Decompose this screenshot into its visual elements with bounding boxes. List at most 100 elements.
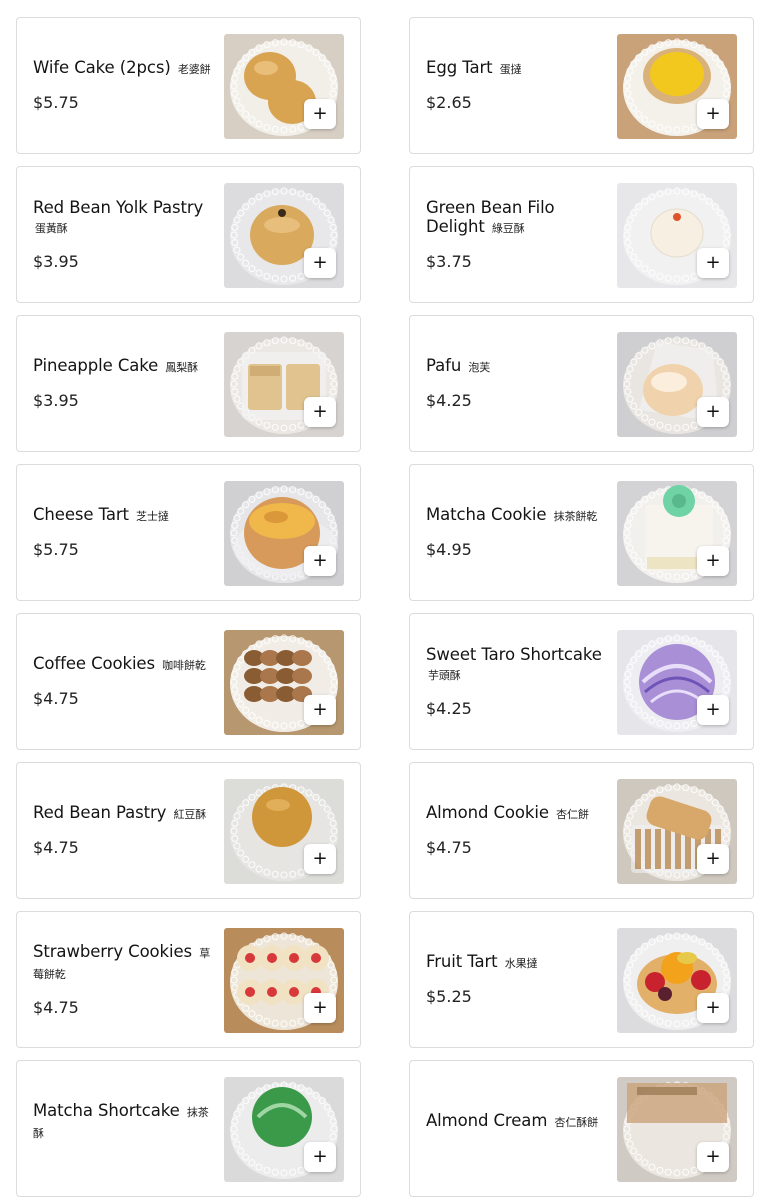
add-to-cart-button[interactable]: +	[697, 695, 729, 725]
plus-icon: +	[312, 401, 328, 422]
menu-item-name: Strawberry Cookies 草莓餅乾	[33, 942, 213, 984]
menu-item-name-en: Almond Cookie	[426, 803, 549, 822]
menu-item-price: $3.95	[33, 251, 79, 271]
plus-icon: +	[705, 997, 721, 1018]
menu-item-name-zh: 杏仁餅	[556, 808, 589, 821]
add-to-cart-button[interactable]: +	[697, 546, 729, 576]
menu-item-name: Sweet Taro Shortcake 芋頭酥	[426, 645, 606, 685]
menu-item-card[interactable]: Green Bean Filo Delight 綠豆酥 $3.75 +	[409, 166, 754, 303]
menu-item-info: Pineapple Cake 鳳梨酥 $3.95	[33, 316, 213, 451]
menu-item-price: $4.75	[33, 838, 79, 857]
menu-item-card[interactable]: Pineapple Cake 鳳梨酥 $3.95 +	[16, 315, 361, 452]
menu-item-info: Matcha Cookie 抹茶餅乾 $4.95	[426, 465, 606, 600]
add-to-cart-button[interactable]: +	[304, 1142, 336, 1172]
add-to-cart-button[interactable]: +	[697, 99, 729, 129]
menu-item-card[interactable]: Sweet Taro Shortcake 芋頭酥 $4.25 +	[409, 613, 754, 750]
menu-item-name-en: Egg Tart	[426, 58, 493, 77]
menu-item-price: $4.75	[33, 997, 79, 1017]
plus-icon: +	[705, 699, 721, 720]
menu-item-name-zh: 咖啡餅乾	[162, 659, 206, 672]
plus-icon: +	[312, 252, 328, 273]
menu-item-name-zh: 老婆餅	[177, 63, 211, 76]
plus-icon: +	[312, 699, 328, 720]
menu-item-card[interactable]: Almond Cookie 杏仁餅 $4.75 +	[409, 762, 754, 899]
plus-icon: +	[705, 1146, 721, 1167]
menu-item-info: Matcha Shortcake 抹茶酥	[33, 1061, 213, 1196]
menu-item-card[interactable]: Red Bean Pastry 紅豆酥 $4.75 +	[16, 762, 361, 899]
menu-item-price: $3.95	[33, 391, 79, 410]
menu-item-name-en: Fruit Tart	[426, 952, 498, 971]
menu-item-card[interactable]: Wife Cake (2pcs) 老婆餅 $5.75 +	[16, 17, 361, 154]
menu-item-name-en: Green Bean Filo Delight	[426, 197, 555, 236]
plus-icon: +	[705, 401, 721, 422]
menu-item-card[interactable]: Cheese Tart 芝士撻 $5.75 +	[16, 464, 361, 601]
add-to-cart-button[interactable]: +	[697, 248, 729, 278]
menu-item-name-zh: 抹茶餅乾	[553, 510, 598, 523]
menu-item-card[interactable]: Pafu 泡芙 $4.25 +	[409, 315, 754, 452]
menu-item-name-en: Sweet Taro Shortcake	[426, 644, 602, 664]
menu-item-name-zh: 杏仁酥餅	[554, 1116, 599, 1129]
menu-item-info: Almond Cream 杏仁酥餅	[426, 1061, 606, 1196]
menu-item-price: $5.75	[33, 93, 79, 112]
add-to-cart-button[interactable]: +	[304, 248, 336, 278]
menu-item-card[interactable]: Matcha Cookie 抹茶餅乾 $4.95 +	[409, 464, 754, 601]
menu-item-name-en: Matcha Cookie	[426, 505, 547, 524]
menu-item-price: $5.25	[426, 987, 472, 1006]
add-to-cart-button[interactable]: +	[697, 397, 729, 427]
menu-item-name-zh: 鳳梨酥	[165, 361, 199, 374]
menu-item-name-en: Coffee Cookies	[33, 654, 155, 673]
menu-item-name: Green Bean Filo Delight 綠豆酥	[426, 198, 606, 238]
menu-item-info: Fruit Tart 水果撻 $5.25	[426, 912, 606, 1047]
menu-item-name-zh: 芋頭酥	[428, 668, 461, 682]
plus-icon: +	[312, 103, 328, 124]
menu-item-name-zh: 蛋黃酥	[35, 221, 68, 235]
add-to-cart-button[interactable]: +	[304, 844, 336, 874]
menu-item-name: Matcha Shortcake 抹茶酥	[33, 1101, 213, 1143]
menu-item-name-en: Pafu	[426, 356, 462, 375]
menu-item-price: $4.25	[426, 698, 472, 718]
menu-item-name: Red Bean Yolk Pastry 蛋黃酥	[33, 198, 213, 238]
menu-item-card[interactable]: Strawberry Cookies 草莓餅乾 $4.75 +	[16, 911, 361, 1048]
menu-item-card[interactable]: Coffee Cookies 咖啡餅乾 $4.75 +	[16, 613, 361, 750]
add-to-cart-button[interactable]: +	[304, 993, 336, 1023]
menu-item-name-en: Strawberry Cookies	[33, 941, 193, 961]
menu-item-info: Green Bean Filo Delight 綠豆酥 $3.75	[426, 167, 606, 302]
menu-item-info: Red Bean Pastry 紅豆酥 $4.75	[33, 763, 213, 898]
add-to-cart-button[interactable]: +	[697, 1142, 729, 1172]
menu-item-card[interactable]: Almond Cream 杏仁酥餅 +	[409, 1060, 754, 1197]
menu-item-name: Egg Tart 蛋撻	[426, 58, 606, 79]
menu-item-card[interactable]: Red Bean Yolk Pastry 蛋黃酥 $3.95 +	[16, 166, 361, 303]
menu-item-info: Egg Tart 蛋撻 $2.65	[426, 18, 606, 153]
menu-item-name: Matcha Cookie 抹茶餅乾	[426, 505, 606, 526]
add-to-cart-button[interactable]: +	[697, 993, 729, 1023]
menu-item-name-en: Matcha Shortcake	[33, 1100, 180, 1120]
plus-icon: +	[312, 550, 328, 571]
plus-icon: +	[312, 1146, 328, 1167]
menu-item-name-zh: 綠豆酥	[491, 221, 525, 235]
add-to-cart-button[interactable]: +	[304, 99, 336, 129]
add-to-cart-button[interactable]: +	[304, 546, 336, 576]
menu-item-price: $4.75	[33, 689, 79, 708]
plus-icon: +	[705, 550, 721, 571]
add-to-cart-button[interactable]: +	[304, 397, 336, 427]
menu-item-name: Red Bean Pastry 紅豆酥	[33, 803, 213, 824]
menu-item-info: Almond Cookie 杏仁餅 $4.75	[426, 763, 606, 898]
menu-item-name-en: Red Bean Pastry	[33, 803, 167, 822]
plus-icon: +	[312, 997, 328, 1018]
menu-grid: Wife Cake (2pcs) 老婆餅 $5.75 + Egg Tart 蛋撻 $2.…	[16, 17, 754, 1197]
menu-item-name-en: Wife Cake (2pcs)	[33, 58, 171, 77]
menu-item-name: Coffee Cookies 咖啡餅乾	[33, 654, 213, 675]
menu-item-card[interactable]: Fruit Tart 水果撻 $5.25 +	[409, 911, 754, 1048]
menu-item-card[interactable]: Matcha Shortcake 抹茶酥 +	[16, 1060, 361, 1197]
add-to-cart-button[interactable]: +	[697, 844, 729, 874]
plus-icon: +	[705, 848, 721, 869]
menu-item-name-en: Cheese Tart	[33, 505, 129, 524]
menu-item-info: Cheese Tart 芝士撻 $5.75	[33, 465, 213, 600]
plus-icon: +	[705, 252, 721, 273]
menu-item-name: Almond Cream 杏仁酥餅	[426, 1111, 606, 1132]
menu-item-card[interactable]: Egg Tart 蛋撻 $2.65 +	[409, 17, 754, 154]
menu-item-name-en: Pineapple Cake	[33, 356, 159, 375]
menu-item-price: $4.25	[426, 391, 472, 410]
add-to-cart-button[interactable]: +	[304, 695, 336, 725]
menu-item-name: Pineapple Cake 鳳梨酥	[33, 356, 213, 377]
